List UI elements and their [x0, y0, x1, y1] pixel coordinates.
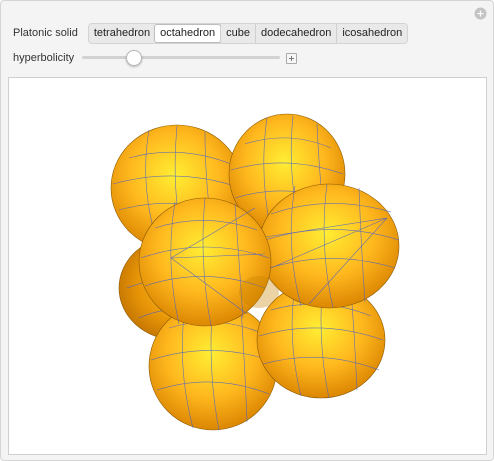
hyperbolicity-control-row: hyperbolicity [13, 50, 298, 66]
lobe-right [258, 183, 400, 309]
slider-thumb[interactable] [126, 50, 143, 66]
add-circle-icon[interactable] [474, 7, 487, 20]
solid-option-icosahedron[interactable]: icosahedron [336, 23, 408, 43]
solid-label: Platonic solid [13, 27, 78, 39]
hyperbolicity-label: hyperbolicity [13, 52, 75, 64]
solid-option-dodecahedron[interactable]: dodecahedron [255, 23, 337, 43]
solid-selector: tetrahedron octahedron cube dodecahedron… [87, 22, 409, 44]
solid-option-octahedron[interactable]: octahedron [154, 23, 222, 43]
graphics-viewport[interactable] [8, 77, 487, 455]
plus-icon[interactable] [286, 52, 298, 64]
octahedron-render[interactable] [9, 78, 486, 454]
solid-option-cube[interactable]: cube [220, 23, 255, 43]
solid-option-tetrahedron[interactable]: tetrahedron [88, 23, 156, 43]
manipulate-panel: Platonic solid tetrahedron octahedron cu… [0, 0, 494, 461]
solid-control-row: Platonic solid tetrahedron octahedron cu… [13, 22, 409, 44]
lobe-junction-shadow [239, 276, 279, 308]
lobe-front-left [138, 197, 272, 327]
hyperbolicity-slider[interactable] [82, 50, 281, 66]
slider-track[interactable] [82, 56, 281, 59]
